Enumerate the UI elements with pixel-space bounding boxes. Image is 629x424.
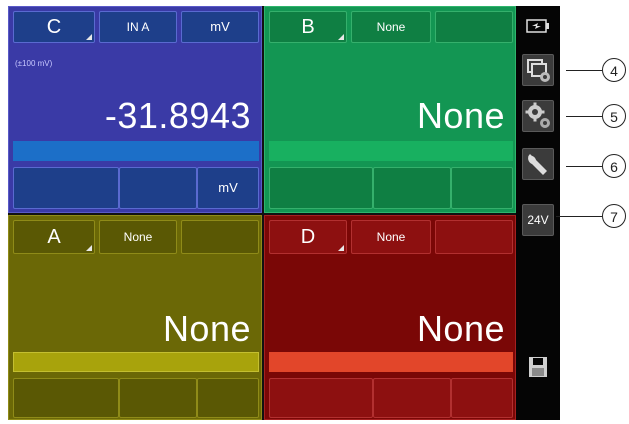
- bar-c: [13, 141, 259, 161]
- unit-a-button[interactable]: [181, 220, 259, 254]
- windows-settings-icon: [527, 59, 550, 82]
- callout-line-5: [566, 116, 602, 117]
- reading-c: -31.8943: [104, 95, 251, 136]
- bar-b: [269, 141, 513, 161]
- reading-b: None: [416, 95, 505, 136]
- softkey-b-1[interactable]: [269, 167, 373, 209]
- function-a-button[interactable]: None: [99, 220, 177, 254]
- battery-charging-icon: [526, 18, 550, 34]
- function-d-button[interactable]: None: [351, 220, 431, 254]
- channel-c-button[interactable]: C: [13, 11, 95, 43]
- gears-icon: [525, 102, 550, 128]
- range-c-label: (±100 mV): [15, 59, 53, 68]
- calibrator-screen: C IN A mV (±100 mV) -31.8943 mV B None N…: [8, 6, 516, 420]
- function-b-label: None: [376, 20, 406, 34]
- voltage-24v-label: 24V: [527, 213, 549, 227]
- callout-4: 4: [602, 58, 626, 82]
- channel-a-button[interactable]: A: [13, 220, 95, 254]
- softkey-b-3[interactable]: [451, 167, 513, 209]
- function-d-label: None: [376, 230, 406, 244]
- bar-a: [13, 352, 259, 372]
- softkey-b-2[interactable]: [373, 167, 451, 209]
- softkey-a-2[interactable]: [119, 378, 197, 418]
- channel-c-label: C: [46, 16, 62, 38]
- function-c-label: IN A: [126, 20, 150, 34]
- function-a-label: None: [123, 230, 153, 244]
- channel-d-button[interactable]: D: [269, 220, 347, 254]
- softkey-d-3[interactable]: [451, 378, 513, 418]
- settings-button[interactable]: [522, 100, 554, 132]
- reading-d: None: [416, 308, 505, 349]
- callout-line-4: [566, 70, 602, 71]
- unit-d-button[interactable]: [435, 220, 513, 254]
- function-c-button[interactable]: IN A: [99, 11, 177, 43]
- softkey-a-3[interactable]: [197, 378, 259, 418]
- function-b-button[interactable]: None: [351, 11, 431, 43]
- channel-b-label: B: [301, 16, 315, 38]
- channel-a-label: A: [47, 226, 61, 248]
- reading-a: None: [162, 308, 251, 349]
- callout-6: 6: [602, 154, 626, 178]
- bar-d: [269, 352, 513, 372]
- callout-7: 7: [602, 204, 626, 228]
- softkey-d-2[interactable]: [373, 378, 451, 418]
- sidebar: 24V: [516, 6, 560, 420]
- softkey-c-3[interactable]: mV: [197, 167, 259, 209]
- channel-b-button[interactable]: B: [269, 11, 347, 43]
- callout-line-6: [566, 166, 602, 167]
- voltage-24v-button[interactable]: 24V: [522, 204, 554, 236]
- bottom-unit-c-label: mV: [218, 180, 238, 195]
- panel-b: B None None: [264, 6, 516, 213]
- unit-c-label: mV: [210, 19, 230, 34]
- save-button[interactable]: [528, 356, 548, 378]
- tools-button[interactable]: [522, 148, 554, 180]
- softkey-a-1[interactable]: [13, 378, 119, 418]
- unit-b-button[interactable]: [435, 11, 513, 43]
- softkey-c-2[interactable]: [119, 167, 197, 209]
- wrench-icon: [528, 154, 547, 175]
- panel-a: A None None: [8, 215, 262, 420]
- save-icon: [529, 357, 547, 377]
- windows-settings-button[interactable]: [522, 54, 554, 86]
- softkey-d-1[interactable]: [269, 378, 373, 418]
- panel-c: C IN A mV (±100 mV) -31.8943 mV: [8, 6, 262, 213]
- channel-d-label: D: [300, 226, 316, 248]
- panel-d: D None None: [264, 215, 516, 420]
- callout-line-7: [556, 216, 602, 217]
- softkey-c-1[interactable]: [13, 167, 119, 209]
- callout-5: 5: [602, 104, 626, 128]
- unit-c-button[interactable]: mV: [181, 11, 259, 43]
